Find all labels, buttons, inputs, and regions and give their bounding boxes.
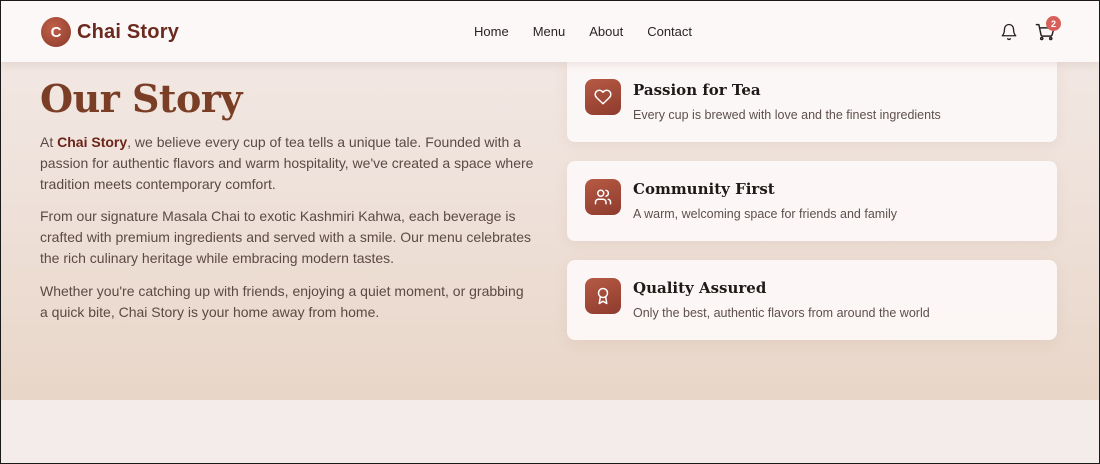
- next-section: [0, 400, 1100, 464]
- brand-logo[interactable]: C Chai Story: [41, 17, 179, 47]
- bell-icon[interactable]: [1000, 23, 1018, 41]
- story-paragraph-1: At Chai Story, we believe every cup of t…: [40, 132, 535, 195]
- story-paragraph-3: Whether you're catching up with friends,…: [40, 283, 524, 320]
- brand-badge: C: [41, 17, 71, 47]
- users-icon: [585, 179, 621, 215]
- nav-contact[interactable]: Contact: [647, 24, 692, 39]
- nav-home[interactable]: Home: [474, 24, 509, 39]
- p1-prefix: At: [40, 134, 58, 150]
- nav-menu[interactable]: Menu: [533, 24, 566, 39]
- feature-title: Quality Assured: [633, 279, 767, 297]
- site-header: C Chai Story Home Menu About Contact 2: [1, 1, 1099, 62]
- feature-card-quality: Quality Assured Only the best, authentic…: [567, 260, 1057, 340]
- feature-title: Community First: [633, 180, 775, 198]
- feature-description: Every cup is brewed with love and the fi…: [633, 108, 941, 122]
- nav-about[interactable]: About: [589, 24, 623, 39]
- award-icon: [585, 278, 621, 314]
- page-title: Our Story: [40, 76, 242, 121]
- feature-description: A warm, welcoming space for friends and …: [633, 207, 897, 221]
- story-paragraph-2: From our signature Masala Chai to exotic…: [40, 208, 531, 266]
- p1-brand: Chai Story: [57, 134, 128, 150]
- cart-count-badge: 2: [1046, 16, 1061, 31]
- feature-title: Passion for Tea: [633, 81, 761, 99]
- brand-name: Chai Story: [77, 20, 180, 43]
- heart-icon: [585, 79, 621, 115]
- main-nav: Home Menu About Contact: [474, 24, 692, 39]
- feature-description: Only the best, authentic flavors from ar…: [633, 306, 930, 320]
- feature-card-passion: Passion for Tea Every cup is brewed with…: [567, 62, 1057, 142]
- feature-card-community: Community First A warm, welcoming space …: [567, 161, 1057, 241]
